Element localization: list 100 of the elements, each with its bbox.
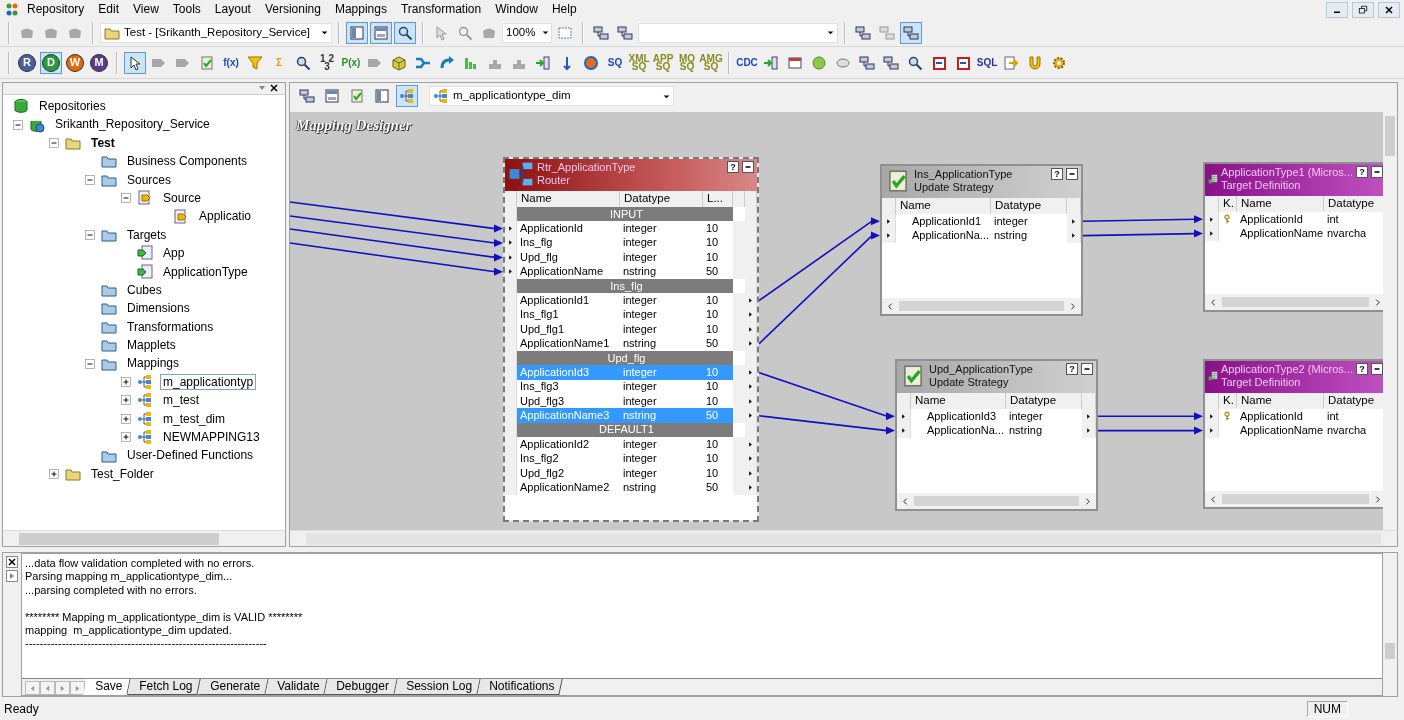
column-header[interactable]: K. [1219, 196, 1237, 211]
tree-item[interactable]: Targets [125, 227, 169, 243]
connector-arrow[interactable] [758, 371, 895, 421]
toolbar-button[interactable]: P(x) [340, 51, 362, 74]
help-button[interactable]: ? [1051, 168, 1063, 180]
toolbar-button[interactable] [394, 21, 416, 44]
horizontal-scrollbar[interactable] [290, 530, 1397, 546]
connector-arrow[interactable] [758, 231, 880, 345]
minimize-button[interactable] [1371, 166, 1383, 178]
column-header[interactable]: K. [1219, 393, 1237, 408]
collapse-icon[interactable] [49, 137, 59, 148]
menu-item[interactable]: Versioning [257, 2, 328, 17]
port-row[interactable]: ApplicationId int [1205, 409, 1383, 424]
connector-arrow[interactable] [290, 228, 503, 262]
transformation-node[interactable]: Ins_ApplicationType Update Strategy ? Name Datatype ApplicationId1 integer ApplicationNa... nstring [880, 164, 1083, 316]
tree-item[interactable]: Dimensions [125, 301, 192, 316]
menu-item[interactable]: Transformation [393, 2, 489, 17]
tree-item[interactable]: Applicatio [197, 209, 254, 224]
scroll-right-icon[interactable] [1373, 297, 1382, 307]
toolbar-button[interactable]: D [40, 51, 62, 74]
column-header[interactable]: Name [1237, 196, 1324, 211]
connector-arrow[interactable] [290, 201, 503, 233]
dropdown-field[interactable]: m_applicationtype_dim [429, 86, 674, 106]
toolbar-button[interactable]: M [88, 51, 110, 74]
menu-item[interactable]: Help [544, 2, 584, 17]
minimize-button[interactable] [1066, 168, 1078, 180]
close-icon[interactable] [269, 83, 279, 93]
scroll-left-icon[interactable] [1209, 494, 1218, 504]
connector-arrow[interactable] [290, 242, 503, 276]
connector-arrow[interactable] [758, 415, 895, 435]
scroll-left-icon[interactable] [1209, 297, 1218, 307]
port-row[interactable]: ApplicationName nvarcha [1205, 226, 1383, 241]
close-icon[interactable] [1383, 3, 1395, 16]
toolbar-button[interactable] [124, 51, 146, 74]
menu-item[interactable]: Tools [165, 2, 208, 17]
log-tab[interactable]: Session Log [394, 679, 481, 695]
help-button[interactable]: ? [727, 161, 739, 173]
tree-item[interactable]: Cubes [125, 282, 164, 298]
expand-icon[interactable] [121, 413, 131, 424]
port-row[interactable]: ApplicationId integer 10 [505, 221, 757, 236]
expand-icon[interactable] [121, 377, 131, 388]
tree-item[interactable]: m_applicationtyp [161, 374, 256, 390]
toolbar-button[interactable]: SQL [976, 51, 998, 74]
dropdown-field[interactable]: Test - [Srikanth_Repository_Service] [100, 22, 332, 43]
node-scrollbar[interactable] [1205, 294, 1383, 310]
tree-item[interactable]: Business Components [125, 154, 250, 169]
app-logo-icon[interactable] [4, 1, 20, 18]
minimize-button[interactable] [1081, 363, 1093, 375]
collapse-icon[interactable] [85, 358, 95, 369]
tree-item[interactable]: Source [161, 190, 204, 206]
port-row[interactable]: ApplicationId int [1205, 212, 1383, 227]
connector-arrow[interactable] [290, 215, 503, 247]
expand-icon[interactable] [121, 432, 131, 443]
port-row[interactable]: Upd_flg integer 10 [505, 250, 757, 265]
node-scrollbar[interactable] [1205, 491, 1383, 507]
tree-item[interactable]: User-Defined Functions [125, 448, 256, 463]
port-row[interactable]: Upd_flg1 integer 10 [505, 322, 757, 337]
minimize-button[interactable] [1371, 363, 1383, 375]
tree-item[interactable]: Mapplets [125, 338, 178, 353]
tree-item[interactable]: NEWMAPPING13 [161, 430, 262, 445]
port-row[interactable]: ApplicationName1 nstring 50 [505, 336, 757, 351]
collapse-icon[interactable] [13, 119, 23, 130]
tree-item[interactable]: ApplicationType [161, 264, 250, 279]
restore-icon[interactable] [1357, 3, 1369, 16]
transformation-node[interactable]: ApplicationType1 (Micros... Target Definition ? K. Name Datatype ApplicationId int ApplicationName nvarcha [1203, 162, 1383, 312]
tree-item[interactable]: Srikanth_Repository_Service [53, 117, 212, 132]
toolbar-button[interactable] [900, 21, 922, 44]
tree-item[interactable]: m_test_dim [161, 411, 228, 427]
dropdown-field[interactable] [638, 22, 838, 43]
log-tab[interactable]: Debugger [324, 679, 398, 695]
toolbar-button[interactable]: SQ [604, 51, 626, 74]
tree-item[interactable]: Test [89, 135, 117, 151]
column-header[interactable]: Name [896, 198, 991, 214]
port-row[interactable]: ApplicationName nstring 50 [505, 264, 757, 279]
column-header[interactable]: Name [1237, 393, 1324, 408]
connector-arrow[interactable] [1082, 215, 1203, 224]
transformation-node[interactable] [503, 157, 759, 522]
port-row[interactable]: Ins_flg integer 10 [505, 235, 757, 251]
menu-item[interactable]: Mappings [327, 2, 394, 17]
scroll-left-icon[interactable] [886, 301, 895, 311]
scroll-right-icon[interactable] [1373, 494, 1382, 504]
menu-item[interactable]: Window [488, 2, 545, 17]
node-scrollbar[interactable] [882, 298, 1081, 314]
expand-icon[interactable] [121, 395, 131, 406]
transformation-node[interactable]: Upd_ApplicationType Update Strategy ? Name Datatype ApplicationId3 integer ApplicationNa... nstring [895, 359, 1098, 511]
column-header[interactable]: Datatype [991, 198, 1067, 214]
tree-item[interactable]: Transformations [125, 319, 216, 335]
help-button[interactable]: ? [1356, 166, 1368, 178]
log-tab[interactable]: Validate [265, 679, 328, 695]
toolbar-button[interactable]: CDC [736, 51, 758, 74]
tree-item[interactable]: App [161, 246, 187, 261]
column-header[interactable]: Datatype [1006, 393, 1082, 409]
menu-item[interactable]: Repository [20, 2, 92, 17]
collapse-icon[interactable] [85, 229, 95, 240]
dropdown-field[interactable]: 100% [502, 22, 552, 43]
connector-arrow[interactable] [1097, 412, 1203, 421]
connector-arrow[interactable] [758, 217, 880, 302]
toolbar-button[interactable]: f(x) [220, 51, 242, 74]
tree-item[interactable]: Test_Folder [89, 466, 156, 482]
tree-item[interactable]: Sources [125, 172, 174, 187]
